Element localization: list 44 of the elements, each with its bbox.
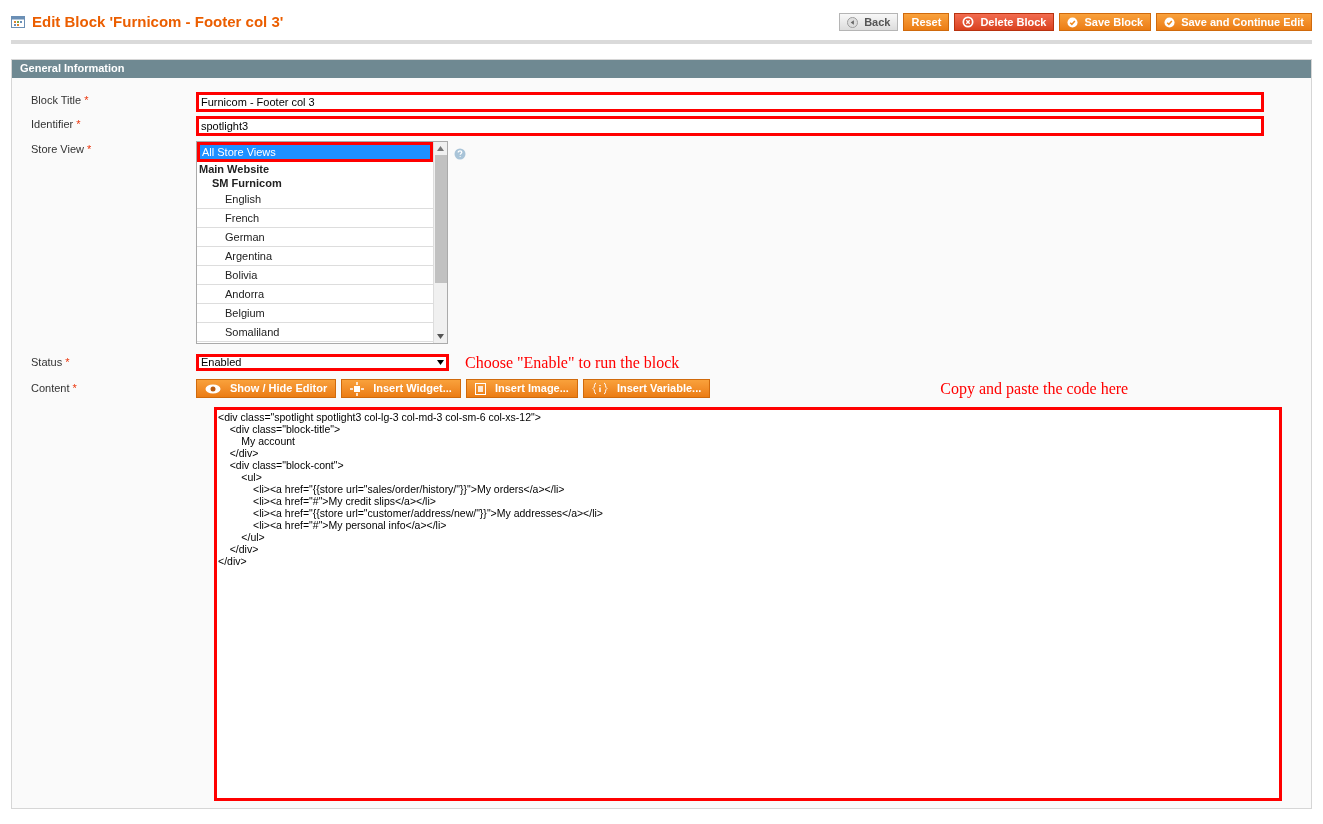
store-option[interactable]: Argentina (197, 246, 433, 266)
store-option[interactable]: Bolivia (197, 265, 433, 285)
store-option[interactable]: English (197, 189, 433, 209)
crosshair-icon (350, 381, 365, 396)
store-option[interactable]: Somaliland (197, 322, 433, 342)
required-mark: * (87, 142, 92, 155)
store-list[interactable]: All Store Views Main Website SM Furnicom English French German Argentina Bolivia Andorra Belgium Somaliland (196, 140, 448, 344)
image-icon (474, 382, 486, 395)
help-icon (454, 147, 466, 160)
required-mark: * (76, 117, 81, 130)
store-option[interactable]: Belgium (197, 303, 433, 323)
braces-icon (591, 382, 608, 395)
field-label: Status (31, 356, 63, 369)
code-editor[interactable]: <div class="spotlight spotlight3 col-lg-3 col-md-3 col-sm-6 col-xs-12"> <div class="block-title"> My account </div> <div class="block-cont"> <ul> <li><a href="{{store url="sales/order/history/"}}">My orders</a></li> <li><a href="#">My credit slips</a></li> <li><a href="{{store url="customer/address/new/"}}">My addresses</a></li> <li><a href="#">My personal info</a></li> </ul> </div> </div> (214, 406, 1282, 801)
scroll-up-icon[interactable] (437, 145, 444, 151)
store-option[interactable]: German (197, 227, 433, 247)
required-mark: * (65, 356, 70, 369)
field-label: Identifier (31, 117, 74, 130)
grid-icon (11, 16, 25, 29)
field-label: Block Title (31, 93, 82, 106)
group-label: Main Website (198, 161, 271, 176)
scroll-down-icon[interactable] (437, 333, 444, 339)
page-title: Edit Block 'Furnicom - Footer col 3' (32, 12, 284, 32)
back-button[interactable]: Back (839, 13, 899, 32)
field-label: Store View (31, 142, 84, 155)
dropdown-caret-icon (437, 360, 444, 365)
delete-button[interactable]: Delete Block (954, 13, 1055, 32)
section-header: General Information (12, 59, 1311, 78)
field-label: Content (31, 382, 70, 395)
annotation-note: Choose "Enable" to run the block (465, 352, 680, 373)
eye-icon (205, 383, 221, 394)
input-field[interactable]: spotlight3 (196, 115, 1264, 136)
required-mark: * (72, 382, 77, 395)
input-field[interactable]: Furnicom - Footer col 3 (196, 91, 1264, 112)
store-option[interactable]: French (197, 208, 433, 228)
status-select[interactable]: Enabled (196, 354, 449, 371)
scrollbar[interactable] (433, 141, 447, 343)
group-label: SM Furnicom (211, 175, 283, 190)
store-option[interactable]: Andorra (197, 284, 433, 304)
check-icon (1164, 16, 1176, 28)
check-icon (1067, 16, 1079, 28)
annotation-note: Copy and paste the code here (940, 378, 1129, 400)
delete-icon (962, 16, 975, 29)
required-mark: * (84, 93, 89, 106)
